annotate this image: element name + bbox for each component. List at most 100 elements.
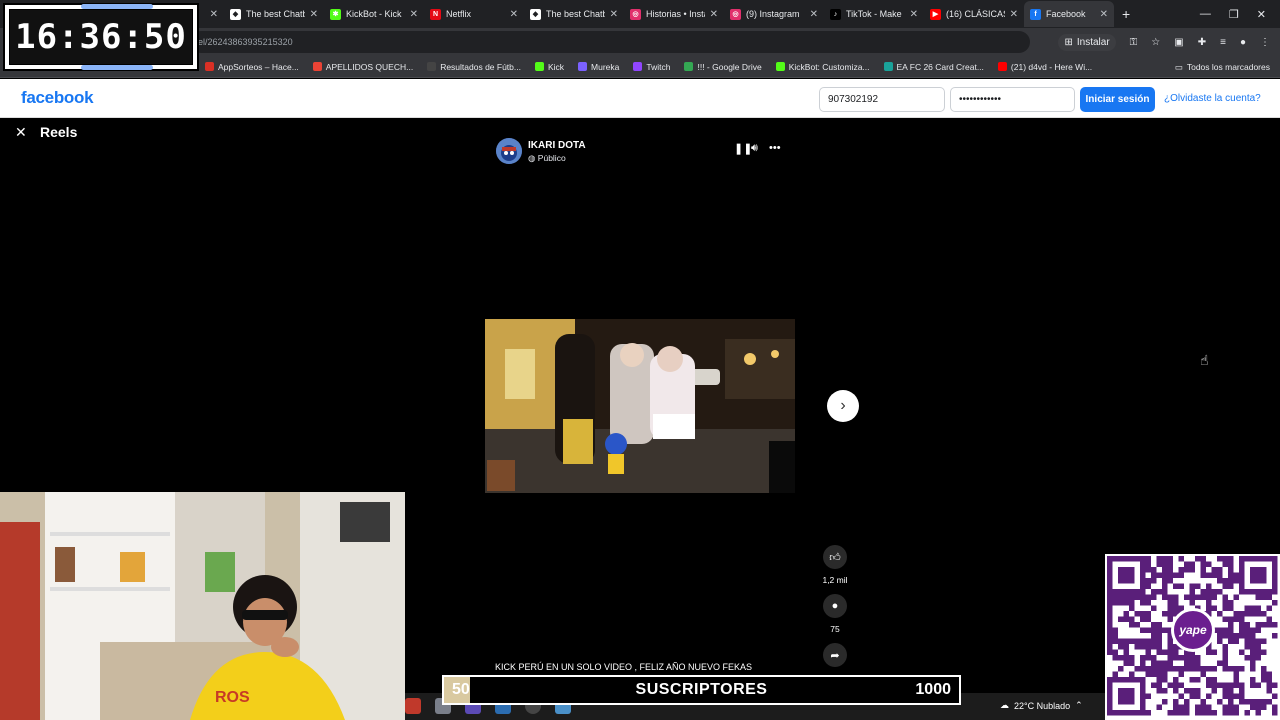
star-icon[interactable]: ☆ bbox=[1151, 37, 1160, 48]
profile-icon[interactable]: ● bbox=[1240, 37, 1246, 48]
chevron-up-icon[interactable]: ⌃ bbox=[1075, 700, 1083, 711]
qr-module bbox=[1261, 699, 1267, 705]
install-button[interactable]: ⊞ Instalar bbox=[1058, 33, 1116, 51]
all-bookmarks[interactable]: ▭ Todos los marcadores bbox=[1175, 56, 1270, 78]
qr-module bbox=[1140, 594, 1146, 600]
new-tab-icon[interactable]: + bbox=[1122, 6, 1130, 22]
qr-module bbox=[1206, 589, 1212, 595]
tab-close-icon[interactable]: ✕ bbox=[510, 9, 518, 20]
bookmark-4[interactable]: Mureka bbox=[578, 62, 619, 72]
qr-module bbox=[1233, 666, 1239, 672]
forgot-account-link[interactable]: ¿Olvidaste la cuenta? bbox=[1164, 93, 1261, 104]
qr-module bbox=[1244, 627, 1250, 633]
qr-module bbox=[1184, 567, 1190, 573]
bookmark-2[interactable]: Resultados de Fútb... bbox=[427, 62, 521, 72]
author-name[interactable]: IKARI DOTA bbox=[528, 140, 586, 151]
menu-icon[interactable]: ⋮ bbox=[1260, 37, 1270, 48]
weather-widget[interactable]: ☁ 22°C Nublado ⌃ bbox=[1000, 700, 1083, 711]
tab-5[interactable]: ◆ The best Chatb ✕ bbox=[524, 1, 624, 27]
tab-4[interactable]: N Netflix ✕ bbox=[424, 1, 524, 27]
close-icon[interactable]: ✕ bbox=[15, 124, 27, 141]
qr-module bbox=[1156, 572, 1162, 578]
tab-7[interactable]: ◎ (9) Instagram ✕ bbox=[724, 1, 824, 27]
qr-module bbox=[1228, 704, 1234, 710]
close-window-icon[interactable]: ✕ bbox=[1257, 8, 1266, 21]
media-icon[interactable]: ≡ bbox=[1220, 37, 1226, 48]
qr-module bbox=[1145, 556, 1151, 562]
thumbs-up-icon[interactable]: 👍︎ bbox=[823, 545, 847, 569]
password-field[interactable]: •••••••••••• bbox=[950, 87, 1075, 112]
minimize-icon[interactable]: — bbox=[1200, 8, 1211, 20]
qr-module bbox=[1272, 622, 1278, 628]
bookmark-7[interactable]: KickBot: Customiza... bbox=[775, 62, 870, 72]
like-action[interactable]: 👍︎ 1,2 mil bbox=[820, 545, 850, 585]
puzzle-icon[interactable]: ✚ bbox=[1198, 37, 1206, 48]
tab-2[interactable]: ◆ The best Chatb ✕ bbox=[224, 1, 324, 27]
bookmark-favicon-icon bbox=[205, 62, 214, 71]
qr-module bbox=[1167, 710, 1173, 716]
pause-icon[interactable]: ❚❚ bbox=[734, 142, 752, 155]
qr-module bbox=[1255, 644, 1261, 650]
url-field[interactable]: el/26243863935215320 bbox=[190, 31, 1030, 53]
qr-module bbox=[1112, 633, 1118, 639]
bookmark-9[interactable]: (21) d4vd - Here Wi... bbox=[997, 62, 1092, 72]
tab-close-icon[interactable]: ✕ bbox=[1010, 9, 1018, 20]
qr-module bbox=[1255, 699, 1261, 705]
tab-close-icon[interactable]: ✕ bbox=[210, 9, 218, 20]
qr-module bbox=[1134, 622, 1140, 628]
tab-10[interactable]: f Facebook ✕ bbox=[1024, 1, 1114, 27]
qr-module bbox=[1134, 611, 1140, 617]
reel-video[interactable] bbox=[485, 319, 795, 493]
bookmark-1[interactable]: APELLIDOS QUECH... bbox=[312, 62, 413, 72]
tab-8[interactable]: ♪ TikTok - Make ✕ bbox=[824, 1, 924, 27]
comment-action[interactable]: ● 75 bbox=[820, 594, 850, 634]
bookmark-6[interactable]: !!! - Google Drive bbox=[684, 62, 762, 72]
tab-9[interactable]: ▶ (16) CLÁSICAS ✕ bbox=[924, 1, 1024, 27]
extension-icon[interactable]: ▣ bbox=[1174, 37, 1183, 48]
qr-module bbox=[1112, 627, 1118, 633]
share-icon[interactable]: ➦ bbox=[823, 643, 847, 667]
bookmark-5[interactable]: Twitch bbox=[633, 62, 670, 72]
login-button[interactable]: Iniciar sesión bbox=[1080, 87, 1155, 112]
qr-module bbox=[1244, 633, 1250, 639]
qr-module bbox=[1184, 561, 1190, 567]
bookmark-8[interactable]: EA FC 26 Card Creat... bbox=[883, 62, 984, 72]
tab-close-icon[interactable]: ✕ bbox=[410, 9, 418, 20]
qr-module bbox=[1233, 710, 1239, 716]
qr-module bbox=[1107, 649, 1113, 655]
qr-module bbox=[1145, 561, 1151, 567]
tab-close-icon[interactable]: ✕ bbox=[310, 9, 318, 20]
qr-module bbox=[1266, 616, 1272, 622]
bookmark-3[interactable]: Kick bbox=[534, 62, 564, 72]
qr-module bbox=[1151, 589, 1157, 595]
tab-favicon-icon: ◎ bbox=[630, 8, 641, 20]
qr-module bbox=[1167, 567, 1173, 573]
tab-close-icon[interactable]: ✕ bbox=[710, 9, 718, 20]
tab-close-icon[interactable]: ✕ bbox=[810, 9, 818, 20]
qr-module bbox=[1156, 682, 1162, 688]
tab-close-icon[interactable]: ✕ bbox=[610, 9, 618, 20]
author-avatar[interactable] bbox=[496, 138, 522, 164]
bookmark-0[interactable]: AppSorteos – Hace... bbox=[205, 62, 299, 72]
tab-6[interactable]: ◎ Historias • Insta ✕ bbox=[624, 1, 724, 27]
key-icon[interactable]: ⚿ bbox=[1130, 37, 1138, 48]
volume-icon[interactable]: 🔊︎ bbox=[751, 142, 758, 155]
comment-icon[interactable]: ● bbox=[823, 594, 847, 618]
more-options-icon[interactable]: ••• bbox=[769, 142, 781, 154]
qr-module bbox=[1118, 600, 1124, 606]
tab-close-icon[interactable]: ✕ bbox=[910, 9, 918, 20]
facebook-logo[interactable]: facebook bbox=[21, 88, 94, 108]
tab-label: Historias • Insta bbox=[646, 9, 705, 19]
tab-3[interactable]: ✱ KickBot - Kick ✕ bbox=[324, 1, 424, 27]
next-reel-button[interactable]: › bbox=[827, 390, 859, 422]
qr-module bbox=[1228, 561, 1234, 567]
qr-module bbox=[1162, 671, 1168, 677]
app-icon-1[interactable] bbox=[405, 698, 421, 714]
qr-module bbox=[1239, 616, 1245, 622]
qr-module bbox=[1222, 655, 1228, 661]
restore-icon[interactable]: ❐ bbox=[1229, 8, 1239, 21]
tab-close-icon[interactable]: ✕ bbox=[1100, 9, 1108, 20]
qr-module bbox=[1145, 710, 1151, 716]
qr-module bbox=[1162, 649, 1168, 655]
email-phone-field[interactable]: 907302192 bbox=[819, 87, 945, 112]
